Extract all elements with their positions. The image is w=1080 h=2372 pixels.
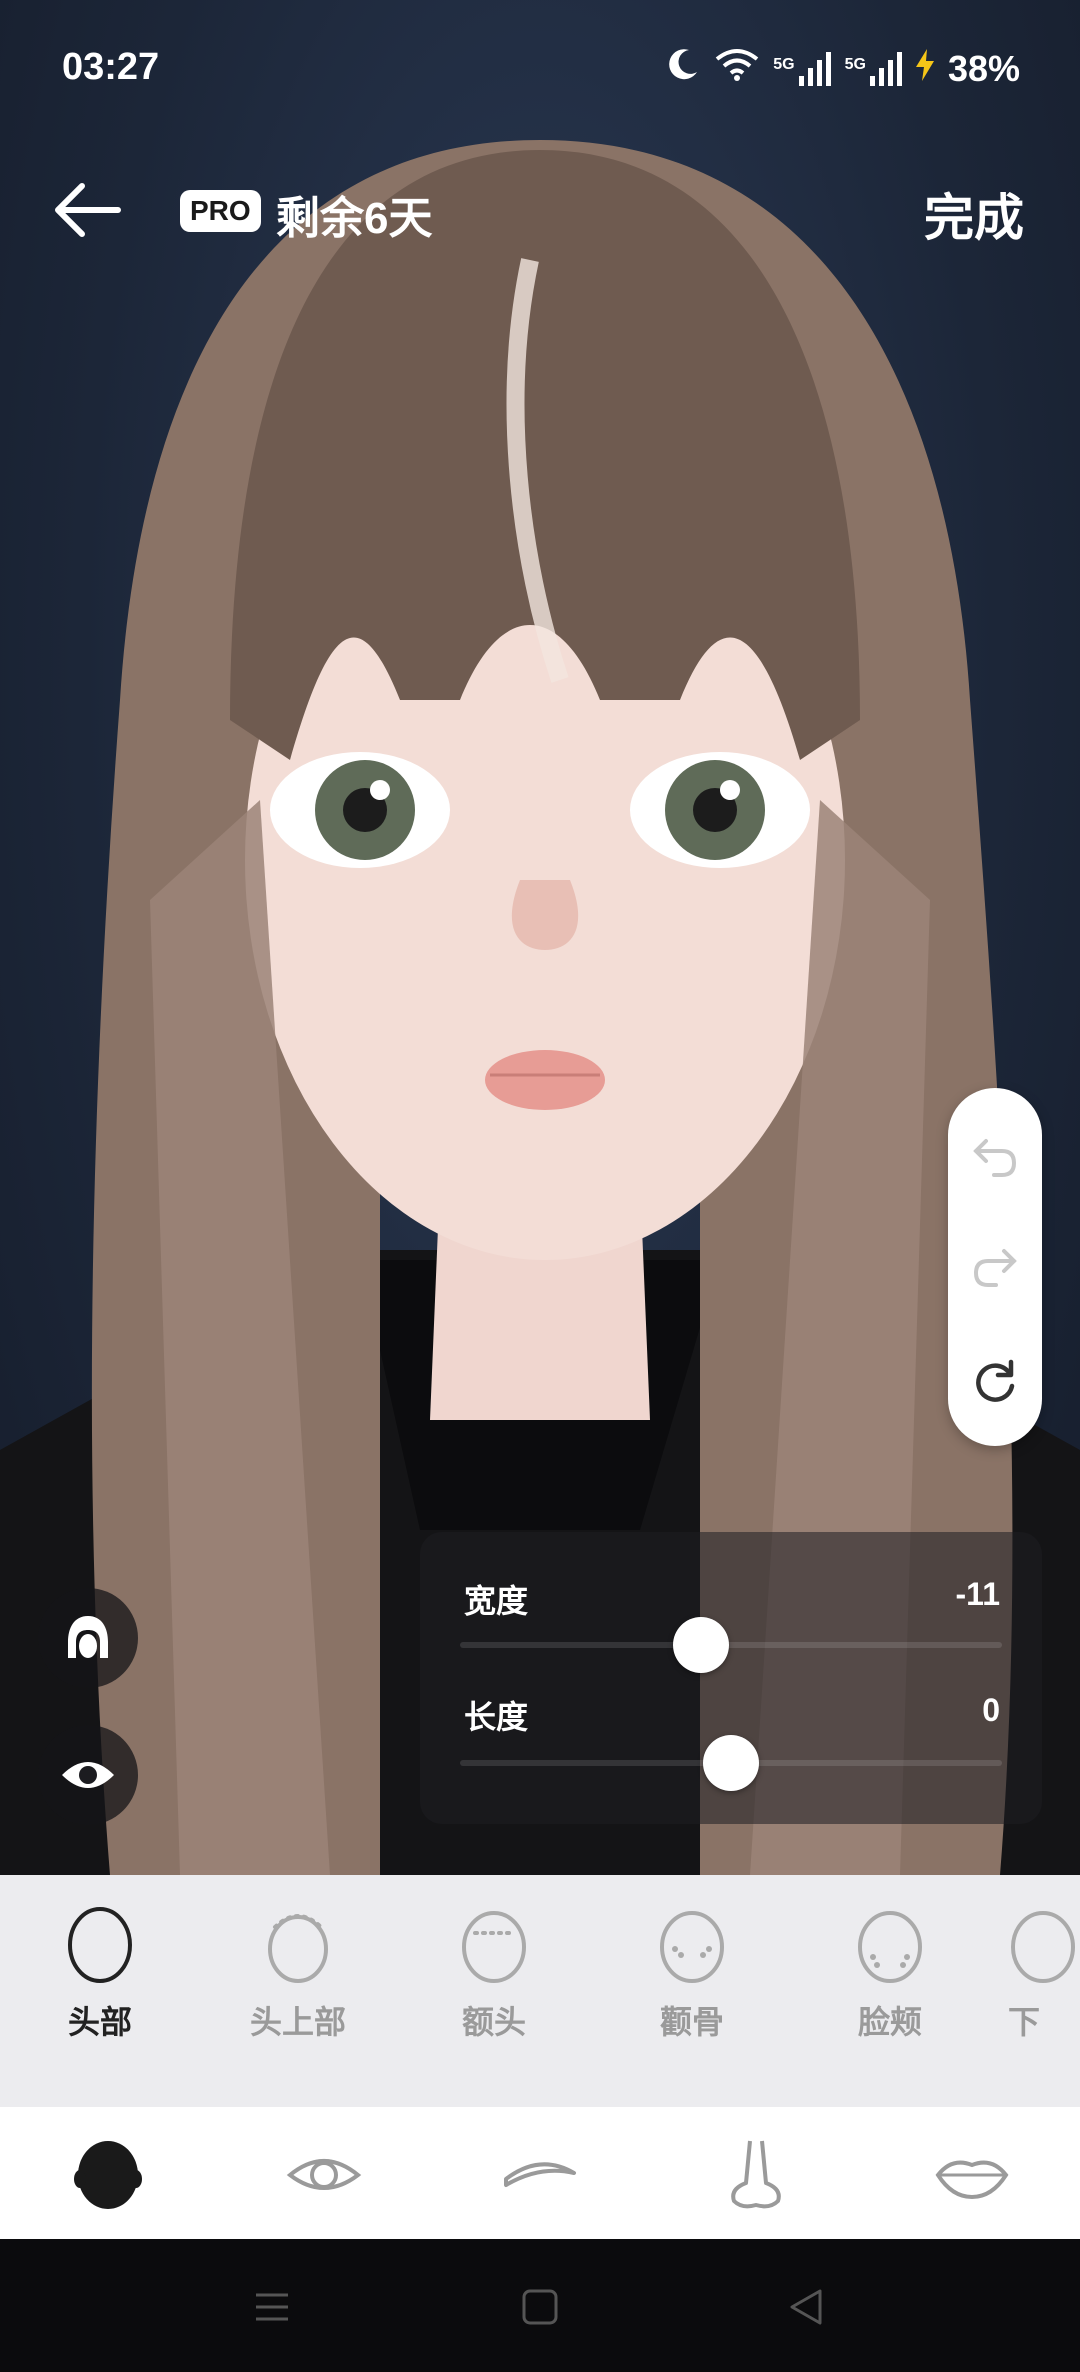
category-lower[interactable]: 下: [1008, 1905, 1080, 2043]
slider-width-label: 宽度: [464, 1583, 529, 1619]
lower-face-icon: [1011, 1911, 1075, 1983]
tab-eyebrows[interactable]: [500, 2135, 580, 2215]
signal-icon-2: 5G: [844, 51, 902, 86]
back-arrow-icon: [55, 183, 121, 237]
wifi-icon: [715, 47, 759, 90]
eye-icon: [286, 2159, 362, 2190]
category-cheekbone[interactable]: 颧骨: [612, 1905, 772, 2043]
head-outline-icon: [68, 1907, 132, 1983]
top-bar: PRO 剩余6天 完成: [0, 150, 1080, 270]
moon-icon: [665, 46, 701, 91]
slider-width-knob[interactable]: [673, 1617, 730, 1673]
charging-icon: [915, 48, 934, 90]
tab-lips[interactable]: [932, 2135, 1012, 2215]
nav-home-button[interactable]: [520, 2287, 560, 2332]
category-label: 脸颊: [857, 2004, 922, 2040]
status-bar: 03:27 5G 5G 38%: [0, 0, 1080, 140]
network-type-a: 5G: [773, 55, 795, 73]
tab-face[interactable]: [68, 2135, 148, 2215]
category-label: 头上部: [249, 2004, 346, 2040]
nav-back-button[interactable]: [786, 2287, 826, 2332]
slider-width-track[interactable]: [460, 1617, 1002, 1673]
category-forehead[interactable]: 额头: [414, 1905, 574, 2043]
system-nav-bar: [0, 2239, 1080, 2372]
redo-icon: [973, 1249, 1017, 1287]
history-panel: [948, 1088, 1042, 1446]
tab-eyes[interactable]: [284, 2135, 364, 2215]
category-label: 头部: [67, 2004, 132, 2040]
home-square-icon: [522, 2289, 558, 2325]
hair-toggle-button[interactable]: [38, 1588, 138, 1688]
category-head[interactable]: 头部: [20, 1905, 180, 2043]
category-cheek[interactable]: 脸颊: [810, 1905, 970, 2043]
hair-toggle-icon: [68, 1616, 108, 1658]
eyebrow-icon: [504, 2162, 576, 2187]
nav-menu-button[interactable]: [252, 2287, 292, 2332]
cheek-icon: [858, 1911, 922, 1983]
nose-icon: [731, 2140, 781, 2209]
top-head-icon: [268, 1914, 328, 1983]
slider-width-value: -11: [955, 1576, 1000, 1612]
done-button[interactable]: 完成: [924, 178, 1024, 250]
adjustment-panel: 宽度 -11 长度 0: [420, 1532, 1042, 1824]
category-label: 额头: [461, 2004, 526, 2040]
menu-icon: [256, 2293, 288, 2321]
lips-icon: [935, 2160, 1009, 2200]
face-part-categories: 头部 头上部 额头 颧骨 脸颊 下: [0, 1875, 1080, 2107]
cheekbone-icon: [660, 1911, 724, 1983]
back-button[interactable]: [52, 180, 122, 240]
back-triangle-icon: [790, 2289, 822, 2325]
slider-length-knob[interactable]: [703, 1735, 759, 1791]
redo-button[interactable]: [970, 1243, 1020, 1293]
network-type-b: 5G: [844, 55, 866, 73]
reset-button[interactable]: [970, 1356, 1020, 1406]
category-label: 颧骨: [659, 2004, 724, 2040]
status-icons: 5G 5G 38%: [665, 46, 1020, 91]
slider-length-value: 0: [982, 1692, 1000, 1728]
slider-length-track[interactable]: [460, 1735, 1002, 1791]
battery-percent: 38%: [947, 47, 1020, 89]
avatar-stage[interactable]: 03:27 5G 5G 38% PRO 剩余6天 完成 宽度 -11 长度 0: [0, 0, 1080, 1875]
forehead-icon: [462, 1911, 526, 1983]
category-top-head[interactable]: 头上部: [218, 1905, 378, 2043]
head-icon: [74, 2141, 142, 2209]
signal-icon: 5G: [773, 51, 831, 86]
pro-badge: PRO: [180, 190, 261, 232]
feature-tabs: [0, 2107, 1080, 2239]
undo-button[interactable]: [970, 1133, 1020, 1183]
undo-icon: [973, 1139, 1017, 1177]
trial-days-left: 剩余6天: [276, 194, 433, 243]
eye-toggle-button[interactable]: [38, 1725, 138, 1825]
status-time: 03:27: [62, 46, 160, 88]
tab-nose[interactable]: [716, 2135, 796, 2215]
reset-icon: [976, 1359, 1015, 1402]
slider-length-label: 长度: [464, 1699, 529, 1735]
category-label: 下: [1008, 2004, 1041, 2040]
eye-toggle-icon: [62, 1762, 114, 1788]
